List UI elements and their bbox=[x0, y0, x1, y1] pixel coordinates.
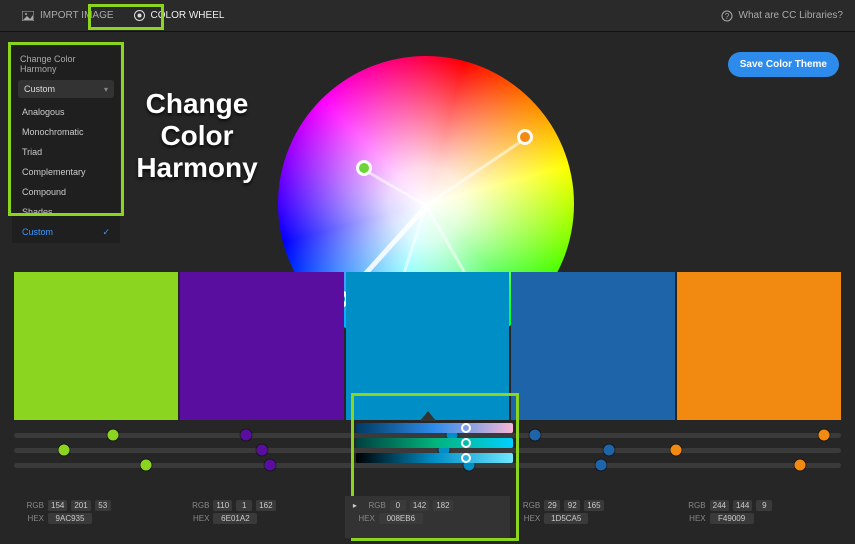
wheel-handle[interactable] bbox=[356, 160, 372, 176]
swatch-4[interactable] bbox=[511, 272, 675, 420]
harmony-option-analogous[interactable]: Analogous bbox=[12, 102, 120, 122]
top-toolbar: IMPORT IMAGE COLOR WHEEL ? What are CC L… bbox=[0, 0, 855, 32]
svg-text:?: ? bbox=[724, 12, 729, 21]
harmony-panel: Change Color Harmony Custom ▾ Analogous … bbox=[12, 46, 120, 243]
wheel-icon bbox=[134, 10, 145, 21]
readout-3: ▸RGB0142182HEX008EB6 bbox=[345, 496, 510, 538]
slider-handle[interactable] bbox=[596, 460, 607, 471]
readout-5: RGB2441449HEXF49009 bbox=[676, 496, 841, 538]
readout-4: RGB2992165HEX1D5CA5 bbox=[510, 496, 675, 538]
swatch-1[interactable] bbox=[14, 272, 178, 420]
tab-import-label: IMPORT IMAGE bbox=[40, 10, 114, 21]
help-link[interactable]: ? What are CC Libraries? bbox=[721, 10, 843, 22]
slider-handle[interactable] bbox=[240, 430, 251, 441]
value-readouts: RGB15420153HEX9AC935 RGB1101162HEX6E01A2… bbox=[14, 496, 841, 538]
harmony-option-list: Analogous Monochromatic Triad Complement… bbox=[12, 102, 120, 243]
slider-handle[interactable] bbox=[530, 430, 541, 441]
help-icon: ? bbox=[721, 10, 733, 22]
save-theme-button[interactable]: Save Color Theme bbox=[728, 52, 839, 77]
readout-1: RGB15420153HEX9AC935 bbox=[14, 496, 179, 538]
slider-handle[interactable] bbox=[794, 460, 805, 471]
tab-color-wheel[interactable]: COLOR WHEEL bbox=[124, 0, 235, 31]
harmony-option-triad[interactable]: Triad bbox=[12, 142, 120, 162]
harmony-option-shades[interactable]: Shades bbox=[12, 202, 120, 222]
harmony-option-custom[interactable]: Custom bbox=[12, 222, 120, 243]
readout-2: RGB1101162HEX6E01A2 bbox=[179, 496, 344, 538]
chevron-down-icon: ▾ bbox=[104, 85, 108, 94]
tab-import-image[interactable]: IMPORT IMAGE bbox=[12, 0, 124, 31]
slider-handle[interactable] bbox=[670, 445, 681, 456]
harmony-option-compound[interactable]: Compound bbox=[12, 182, 120, 202]
harmony-selected-label: Custom bbox=[24, 84, 55, 94]
image-icon bbox=[22, 11, 34, 21]
harmony-option-monochromatic[interactable]: Monochromatic bbox=[12, 122, 120, 142]
wheel-handle[interactable] bbox=[517, 129, 533, 145]
slider-handle[interactable] bbox=[257, 445, 268, 456]
slider-handle[interactable] bbox=[819, 430, 830, 441]
annotation-change-harmony: Change Color Harmony bbox=[132, 88, 262, 185]
slider-handle[interactable] bbox=[108, 430, 119, 441]
slider-handle[interactable] bbox=[58, 445, 69, 456]
swatch-5[interactable] bbox=[677, 272, 841, 420]
slider-handle[interactable] bbox=[141, 460, 152, 471]
harmony-option-complementary[interactable]: Complementary bbox=[12, 162, 120, 182]
harmony-title: Change Color Harmony bbox=[12, 54, 120, 80]
slider-handle[interactable] bbox=[604, 445, 615, 456]
swatch-2[interactable] bbox=[180, 272, 344, 420]
tab-wheel-label: COLOR WHEEL bbox=[151, 10, 225, 21]
slider-handle[interactable] bbox=[265, 460, 276, 471]
help-label: What are CC Libraries? bbox=[739, 10, 843, 21]
harmony-select[interactable]: Custom ▾ bbox=[18, 80, 114, 98]
